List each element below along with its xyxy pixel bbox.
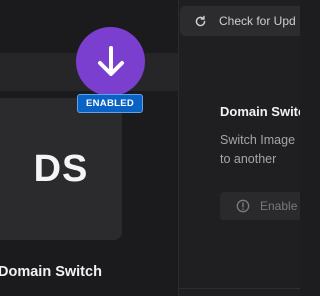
plugin-card[interactable]: DS	[0, 98, 122, 240]
check-for-updates-button[interactable]: Check for Upd	[180, 6, 300, 36]
plugin-name[interactable]: Domain Switch	[0, 264, 102, 280]
refresh-icon	[194, 15, 207, 28]
details-divider	[179, 288, 300, 289]
info-icon	[236, 199, 250, 213]
plugin-initials: DS	[33, 147, 89, 190]
app-window: DS Domain Switch ENABLED Check for Upd D…	[0, 0, 300, 296]
download-arrow-icon	[97, 45, 124, 76]
details-description-line2: to another	[220, 152, 277, 166]
details-description: Switch Image to another	[220, 131, 295, 169]
details-title: Domain Switc	[220, 104, 300, 119]
status-badge: ENABLED	[77, 94, 143, 113]
details-description-line1: Switch Image	[220, 133, 296, 147]
download-icon[interactable]	[76, 27, 145, 96]
enable-button[interactable]: Enable	[220, 192, 300, 220]
check-for-updates-label: Check for Upd	[219, 14, 296, 28]
enable-label: Enable	[260, 199, 298, 213]
